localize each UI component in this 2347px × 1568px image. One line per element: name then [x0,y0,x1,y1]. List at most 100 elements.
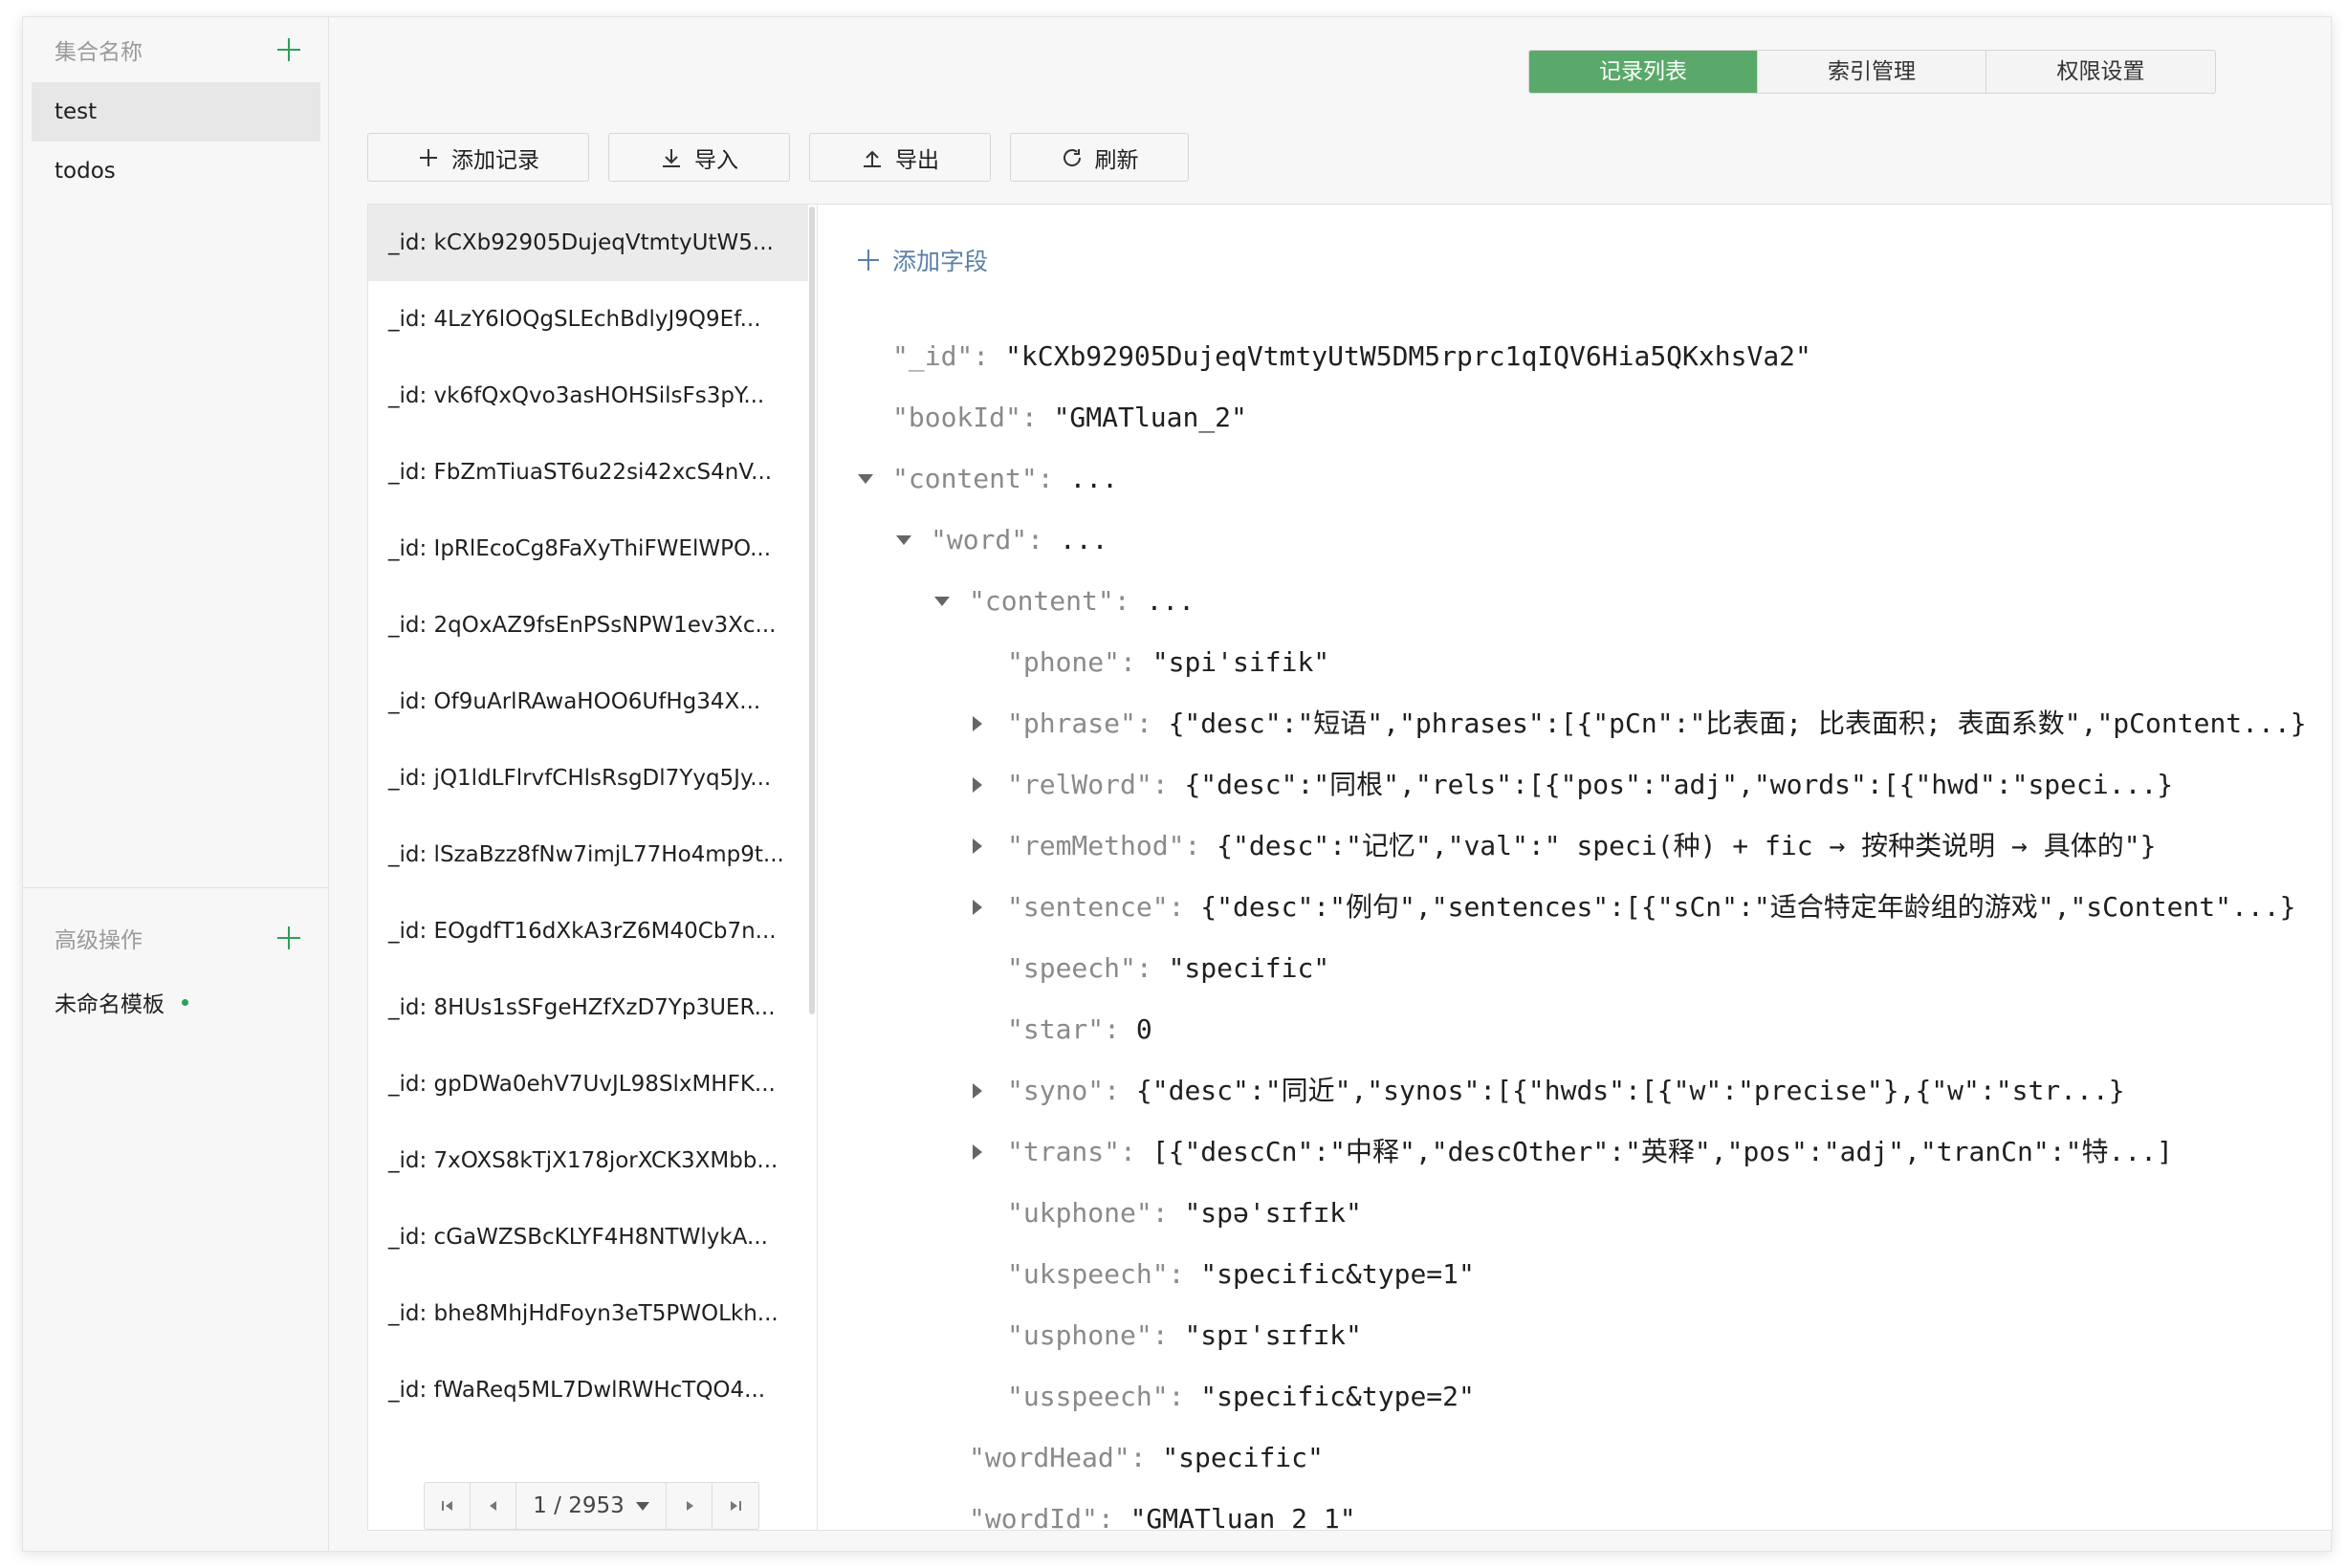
tab-indexes[interactable]: 索引管理 [1758,51,1986,93]
template-item[interactable]: 未命名模板 [55,983,188,1021]
json-value[interactable]: "specific" [1169,952,1330,984]
json-value[interactable]: ... [1069,463,1118,494]
first-page-button[interactable] [425,1483,471,1529]
record-list-item[interactable]: _id: IpRlEcoCg8FaXyThiFWElWPO... [368,511,808,587]
json-field-row[interactable]: "content": ... [818,448,2332,510]
status-dot-icon [182,998,188,1006]
page-indicator: 1 / 2953 [533,1493,625,1518]
add-record-button[interactable]: 添加记录 [367,133,589,182]
json-field-row[interactable]: "remMethod": {"desc":"记忆","val":" speci(… [818,816,2332,877]
record-list-item[interactable]: _id: kCXb92905DujeqVtmtyUtW5... [368,205,808,281]
record-list-item[interactable]: _id: 4LzY6lOQgSLEchBdlyJ9Q9Ef... [368,281,808,358]
expand-triangle-icon[interactable] [973,1144,982,1160]
json-value[interactable]: "kCXb92905DujeqVtmtyUtW5DM5rprc1qIQV6Hia… [1005,340,1811,372]
json-key: "word" [931,524,1028,555]
json-separator: : [1184,830,1217,861]
json-field-row[interactable]: "trans": [{"descCn":"中释","descOther":"英释… [818,1122,2332,1183]
json-value[interactable]: [{"descCn":"中释","descOther":"英释","pos":"… [1152,1136,2173,1167]
record-list-item[interactable]: _id: lSzaBzz8fNw7imjL77Ho4mp9t... [368,817,808,893]
expand-triangle-icon[interactable] [973,838,982,854]
json-separator: : [1104,1013,1136,1045]
tab-records[interactable]: 记录列表 [1529,51,1758,93]
collections-title: 集合名称 [55,40,143,65]
add-collection-icon[interactable] [277,38,300,61]
json-value[interactable]: "spə'sɪfɪk" [1184,1197,1361,1229]
json-separator: : [1168,891,1201,923]
collection-item-test[interactable]: test [32,82,320,142]
record-list-item[interactable]: _id: gpDWa0ehV7UvJL98SlxMHFK... [368,1046,808,1122]
import-label: 导入 [694,147,738,173]
export-label: 导出 [895,147,939,173]
add-field-button[interactable]: 添加字段 [858,243,988,277]
record-list-item[interactable]: _id: 2qOxAZ9fsEnPSsNPW1ev3Xc... [368,587,808,664]
record-list-item[interactable]: _id: FbZmTiuaST6u22si42xcS4nV... [368,434,808,511]
json-value[interactable]: "specific&type=1" [1200,1258,1475,1290]
json-separator: : [1027,524,1060,555]
json-value[interactable]: 0 [1136,1013,1152,1045]
json-value[interactable]: "specific" [1162,1442,1324,1473]
last-page-button[interactable] [713,1483,758,1529]
json-value[interactable]: "spɪ'sɪfɪk" [1184,1319,1361,1351]
json-value[interactable]: {"desc":"同近","synos":[{"hwds":[{"w":"pre… [1136,1075,2125,1106]
refresh-button[interactable]: 刷新 [1010,133,1189,182]
json-separator: : [1135,708,1169,739]
collection-list: test todos [32,82,320,201]
record-list-item[interactable]: _id: jQ1ldLFlrvfCHlsRsgDl7Yyq5Jy... [368,740,808,817]
json-key: "content" [969,585,1114,617]
json-field-row[interactable]: "word": ... [818,510,2332,571]
json-key: "star" [1007,1013,1105,1045]
json-value[interactable]: "specific&type=2" [1200,1381,1475,1412]
refresh-label: 刷新 [1094,147,1139,173]
record-list-item[interactable]: _id: 8HUs1sSFgeHZfXzD7Yp3UER... [368,969,808,1046]
record-list-item[interactable]: _id: fWaReq5ML7DwlRWHcTQO4... [368,1352,808,1428]
next-page-button[interactable] [667,1483,713,1529]
json-value[interactable]: "GMATluan_2" [1054,402,1247,433]
export-button[interactable]: 导出 [809,133,991,182]
add-template-icon[interactable] [277,926,300,949]
record-list-item[interactable]: _id: 7xOXS8kTjX178jorXCK3XMbb... [368,1122,808,1199]
expand-triangle-icon[interactable] [973,900,982,915]
expand-triangle-icon[interactable] [973,1083,982,1099]
collapse-triangle-icon[interactable] [934,597,950,606]
json-separator: : [1120,1136,1152,1167]
json-key: "phone" [1007,646,1121,678]
json-field-row: "speech": "specific" [818,938,2332,999]
tab-permissions[interactable]: 权限设置 [1986,51,2215,93]
json-separator: : [1113,585,1147,617]
collection-item-todos[interactable]: todos [32,142,320,201]
page-select[interactable]: 1 / 2953 [516,1483,667,1529]
record-detail: 添加字段 "_id": "kCXb92905DujeqVtmtyUtW5DM5r… [818,205,2332,1530]
expand-triangle-icon[interactable] [973,716,982,731]
record-list-item[interactable]: _id: Of9uArlRAwaHOO6UfHg34X... [368,664,808,740]
json-field-row[interactable]: "content": ... [818,571,2332,632]
record-list-item[interactable]: _id: EOgdfT16dXkA3rZ6M40Cb7n... [368,893,808,969]
json-value[interactable]: {"desc":"短语","phrases":[{"pCn":"比表面; 比表面… [1169,708,2307,739]
json-field-row[interactable]: "relWord": {"desc":"同根","rels":[{"pos":"… [818,754,2332,816]
json-value[interactable]: "GMATluan_2_1" [1130,1503,1356,1530]
json-value[interactable]: {"desc":"记忆","val":" speci(种) + fic → 按种… [1217,830,2156,861]
json-field-row[interactable]: "syno": {"desc":"同近","synos":[{"hwds":[{… [818,1060,2332,1122]
sidebar-divider [23,887,329,888]
json-value[interactable]: ... [1146,585,1195,617]
json-value[interactable]: "spi'sifik" [1152,646,1329,678]
prev-page-button[interactable] [471,1483,516,1529]
json-field-row[interactable]: "sentence": {"desc":"例句","sentences":[{"… [818,877,2332,938]
json-value[interactable]: {"desc":"例句","sentences":[{"sCn":"适合特定年龄… [1200,891,2295,923]
record-list-scrollbar[interactable] [809,207,815,1014]
json-value[interactable]: ... [1060,524,1108,555]
advanced-title: 高级操作 [55,928,143,953]
import-button[interactable]: 导入 [608,133,790,182]
toolbar: 添加记录 导入 导出 刷新 [367,133,1208,182]
records-panel: _id: kCXb92905DujeqVtmtyUtW5... _id: 4LzY… [367,204,2333,1531]
collapse-triangle-icon[interactable] [896,535,911,545]
app-window: 集合名称 test todos 高级操作 未命名模板 记录列表 索引管理 权限设… [22,16,2333,1552]
json-field-row[interactable]: "phrase": {"desc":"短语","phrases":[{"pCn"… [818,693,2332,754]
record-list-item[interactable]: _id: vk6fQxQvo3asHOHSilsFs3pY... [368,358,808,434]
expand-triangle-icon[interactable] [973,777,982,793]
record-list-item[interactable]: _id: bhe8MhjHdFoyn3eT5PWOLkh... [368,1275,808,1352]
json-value[interactable]: {"desc":"同根","rels":[{"pos":"adj","words… [1184,769,2173,800]
first-page-icon [441,1501,452,1511]
record-list-item[interactable]: _id: cGaWZSBcKLYF4H8NTWlykA... [368,1199,808,1275]
collapse-triangle-icon[interactable] [858,474,873,484]
json-field-row: "usspeech": "specific&type=2" [818,1366,2332,1427]
